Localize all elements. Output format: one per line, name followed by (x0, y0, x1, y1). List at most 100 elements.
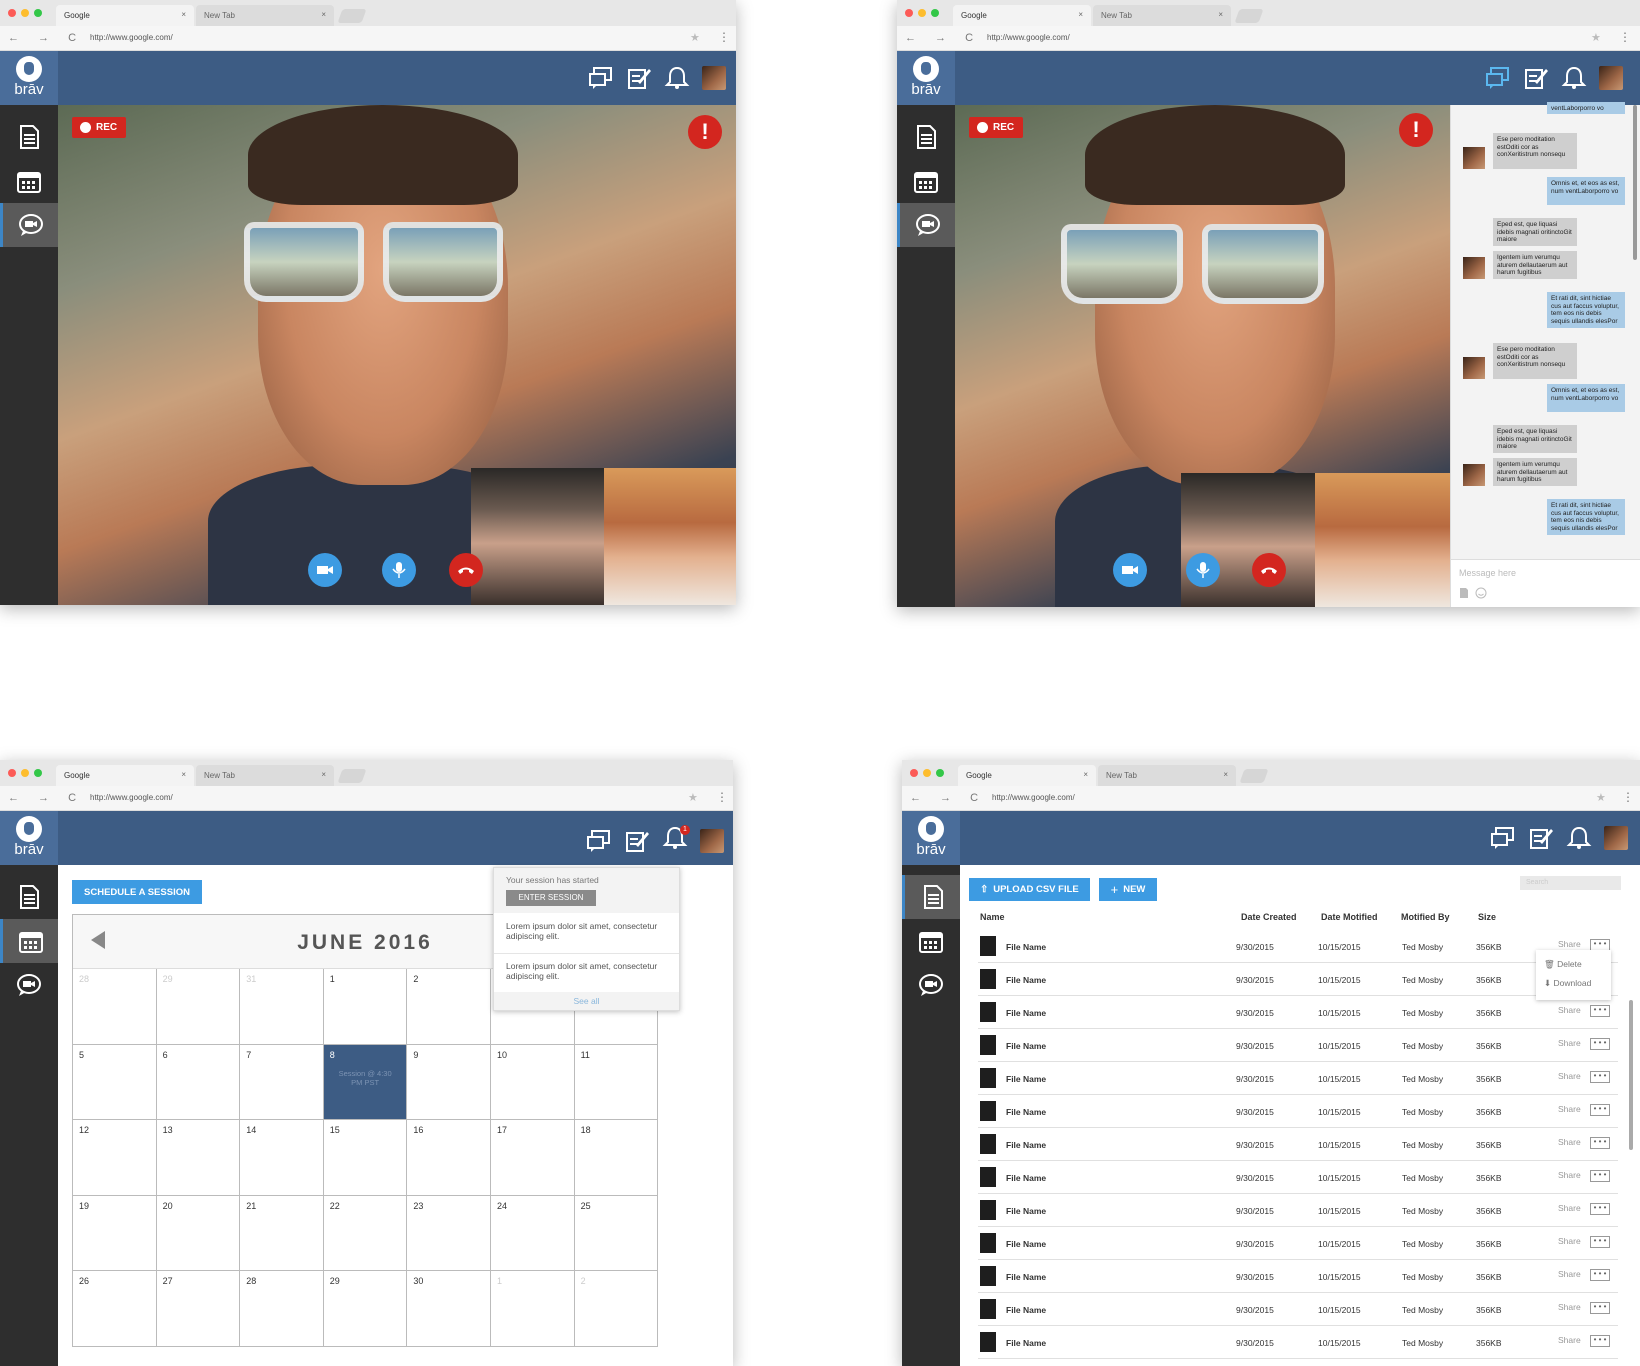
calendar-day-cell[interactable]: 1 (323, 969, 408, 1045)
calendar-day-cell[interactable]: 2 (407, 969, 491, 1045)
calendar-day-cell[interactable]: 14 (240, 1120, 324, 1196)
calendar-day-cell[interactable]: 5 (73, 1044, 157, 1121)
sidebar-item-calendar[interactable] (897, 159, 955, 203)
table-cell-name[interactable]: File Name (1006, 1338, 1046, 1348)
share-link[interactable]: Share (1558, 1005, 1581, 1015)
end-call-button[interactable] (449, 553, 483, 587)
table-row[interactable]: File Name 9/30/2015 10/15/2015 Ted Mosby 356… (978, 1128, 1618, 1161)
messages-icon[interactable] (588, 65, 614, 91)
share-link[interactable]: Share (1558, 1269, 1581, 1279)
edit-notes-icon[interactable] (624, 828, 650, 854)
tab-new[interactable]: New Tab × (196, 765, 334, 786)
share-link[interactable]: Share (1558, 1104, 1581, 1114)
share-link[interactable]: Share (1558, 1203, 1581, 1213)
more-options-button[interactable]: • • • (1590, 1269, 1610, 1281)
edit-notes-icon[interactable] (1528, 825, 1554, 851)
table-row[interactable]: File Name 9/30/2015 10/15/2015 Ted Mosby 356… (978, 996, 1618, 1029)
browser-menu-icon[interactable]: ⋮ (1622, 790, 1634, 804)
alert-button[interactable]: ! (688, 115, 722, 149)
nav-arrows-icon[interactable]: ← → C (8, 792, 84, 804)
sidebar-item-video-chat[interactable] (0, 203, 58, 247)
tab-close-icon[interactable]: × (1218, 10, 1223, 19)
participant-thumbnail[interactable] (471, 468, 604, 605)
new-tab-button[interactable] (1239, 769, 1269, 783)
table-cell-name[interactable]: File Name (1006, 1074, 1046, 1084)
tab-google[interactable]: Google × (953, 5, 1091, 26)
mic-toggle-button[interactable] (382, 553, 416, 587)
window-controls[interactable] (8, 9, 42, 17)
share-link[interactable]: Share (1558, 1038, 1581, 1048)
table-cell-name[interactable]: File Name (1006, 1239, 1046, 1249)
user-avatar[interactable] (700, 828, 724, 853)
sidebar-item-video-chat[interactable] (902, 963, 960, 1007)
file-search-input[interactable]: Search (1520, 876, 1621, 890)
calendar-day-cell[interactable]: 6 (156, 1044, 241, 1121)
window-controls[interactable] (910, 769, 944, 777)
calendar-day-cell[interactable]: 30 (407, 1271, 491, 1347)
calendar-day-cell[interactable]: 2 (574, 1271, 659, 1347)
share-link[interactable]: Share (1558, 1302, 1581, 1312)
column-header[interactable]: Name (980, 912, 1005, 922)
more-options-button[interactable]: • • • (1590, 1005, 1610, 1017)
bell-icon[interactable] (1566, 825, 1592, 851)
calendar-day-cell[interactable]: 21 (240, 1195, 324, 1272)
calendar-day-cell[interactable]: 23 (407, 1195, 491, 1272)
url-field[interactable]: http://www.google.com/ (987, 33, 1070, 42)
tab-close-icon[interactable]: × (181, 10, 186, 19)
new-tab-button[interactable] (337, 769, 367, 783)
sidebar-item-documents[interactable] (902, 875, 960, 919)
calendar-day-cell[interactable]: 22 (323, 1195, 408, 1272)
participant-thumbnail[interactable] (604, 468, 736, 605)
table-row[interactable]: File Name 9/30/2015 10/15/2015 Ted Mosby 356… (978, 1194, 1618, 1227)
more-options-button[interactable]: • • • (1590, 1137, 1610, 1149)
more-options-button[interactable]: • • • (1590, 1335, 1610, 1347)
sidebar-item-video-chat[interactable] (0, 963, 58, 1007)
more-options-button[interactable]: • • • (1590, 1170, 1610, 1182)
tab-google[interactable]: Google × (958, 765, 1096, 786)
bell-icon[interactable] (1561, 65, 1587, 91)
edit-notes-icon[interactable] (626, 65, 652, 91)
calendar-day-cell[interactable]: 26 (73, 1271, 157, 1347)
tab-new[interactable]: New Tab × (196, 5, 334, 26)
share-link[interactable]: Share (1558, 1170, 1581, 1180)
tab-close-icon[interactable]: × (321, 10, 326, 19)
share-link[interactable]: Share (1558, 1137, 1581, 1147)
notification-item[interactable]: Lorem ipsum dolor sit amet, consectetur … (506, 961, 666, 981)
attach-file-icon[interactable] (1459, 587, 1469, 599)
calendar-day-cell[interactable]: 13 (156, 1120, 241, 1196)
calendar-day-cell[interactable]: 17 (491, 1120, 575, 1196)
messages-icon[interactable] (586, 828, 612, 854)
window-controls[interactable] (905, 9, 939, 17)
messages-icon[interactable] (1490, 825, 1516, 851)
share-link[interactable]: Share (1558, 1071, 1581, 1081)
participant-thumbnail[interactable] (1315, 473, 1450, 607)
calendar-day-cell[interactable]: 20 (156, 1195, 241, 1272)
table-cell-name[interactable]: File Name (1006, 1305, 1046, 1315)
calendar-day-cell[interactable]: 18 (574, 1120, 659, 1196)
calendar-day-cell[interactable]: 25 (574, 1195, 659, 1272)
table-row[interactable]: File Name 9/30/2015 10/15/2015 Ted Mosby 356… (978, 1095, 1618, 1128)
column-header[interactable]: Date Motified (1321, 912, 1378, 922)
table-row[interactable]: File Name 9/30/2015 10/15/2015 Ted Mosby 356… (978, 1161, 1618, 1194)
more-options-button[interactable]: • • • (1590, 1038, 1610, 1050)
table-row[interactable]: File Name 9/30/2015 10/15/2015 Ted Mosby 356… (978, 1227, 1618, 1260)
context-delete-item[interactable]: 🗑 Delete (1544, 959, 1582, 970)
edit-notes-icon[interactable] (1523, 65, 1549, 91)
schedule-session-button[interactable]: SCHEDULE A SESSION (72, 880, 202, 904)
user-avatar[interactable] (702, 66, 726, 90)
more-options-button[interactable]: • • • (1590, 1203, 1610, 1215)
column-header[interactable]: Motified By (1401, 912, 1450, 922)
table-row[interactable]: File Name 9/30/2015 10/15/2015 Ted Mosby 356… (978, 930, 1618, 963)
emoji-icon[interactable] (1475, 587, 1487, 599)
nav-arrows-icon[interactable]: ← → C (8, 32, 84, 44)
calendar-day-cell[interactable]: 28 (240, 1271, 324, 1347)
context-download-item[interactable]: ⬇ Download (1544, 978, 1591, 989)
calendar-day-cell[interactable]: 19 (73, 1195, 157, 1272)
tab-close-icon[interactable]: × (1078, 10, 1083, 19)
camera-toggle-button[interactable] (308, 553, 342, 587)
table-cell-name[interactable]: File Name (1006, 1107, 1046, 1117)
calendar-day-cell[interactable]: 29 (323, 1271, 408, 1347)
files-scrollbar[interactable] (1629, 1000, 1633, 1150)
table-row[interactable]: File Name 9/30/2015 10/15/2015 Ted Mosby 356… (978, 1062, 1618, 1095)
user-avatar[interactable] (1599, 66, 1623, 90)
